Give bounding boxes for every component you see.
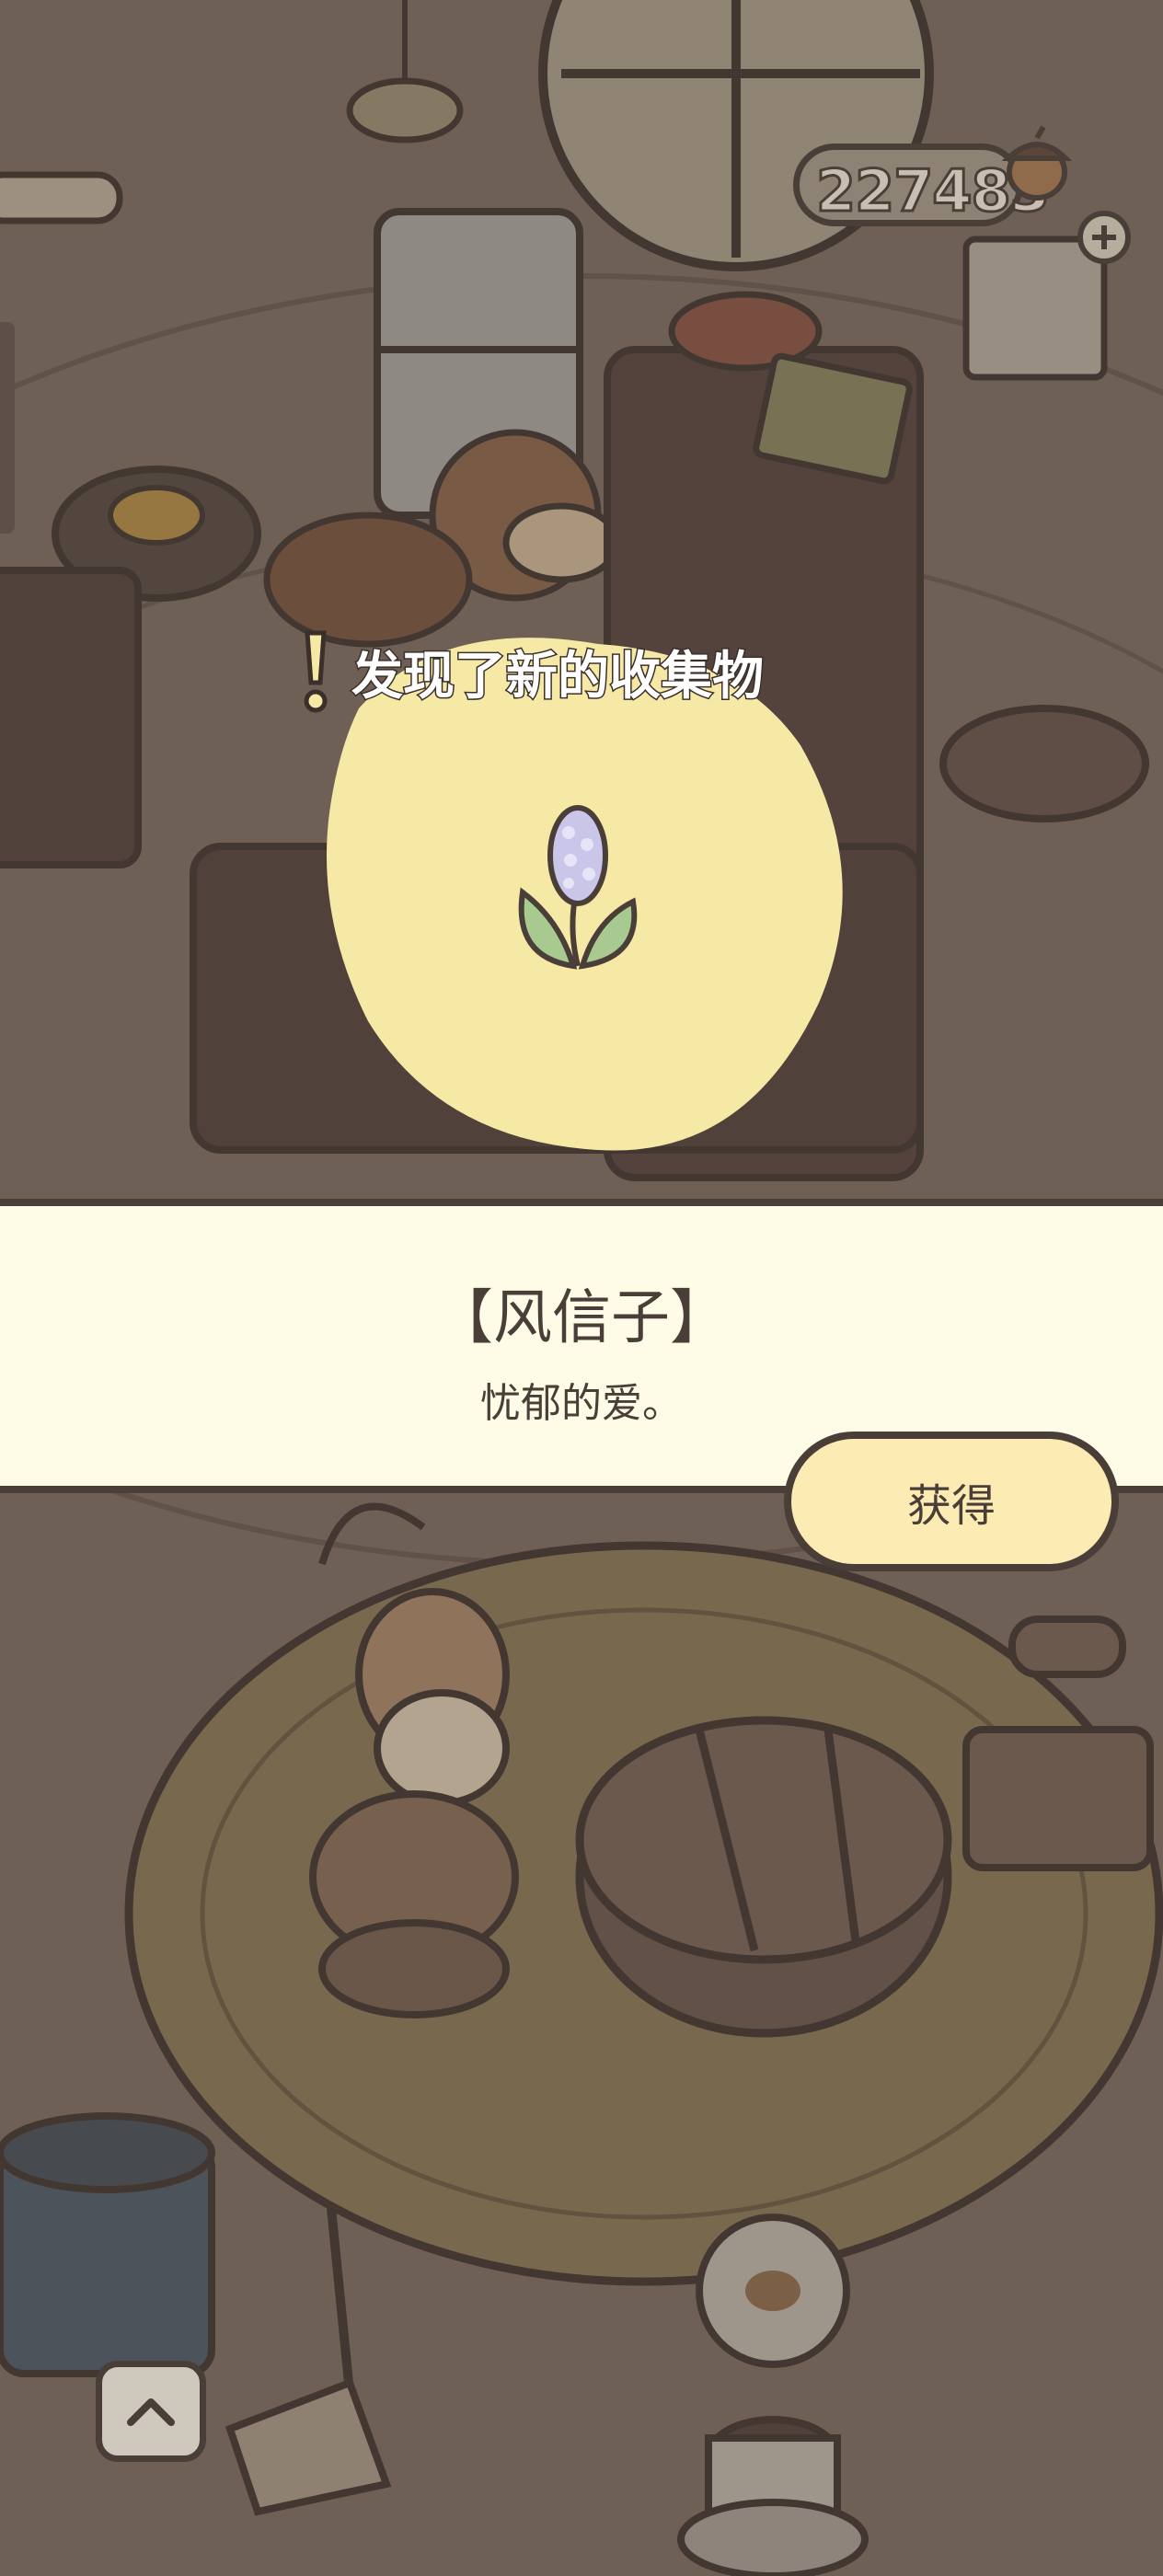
exclamation-icon [304, 630, 328, 713]
chevron-up-icon [127, 2398, 175, 2426]
scroll-up-button[interactable] [96, 2361, 206, 2462]
discovery-title: 发现了新的收集物 [351, 646, 766, 708]
obtain-button[interactable]: 获得 [784, 1432, 1119, 1571]
coin-counter: 227483 [793, 125, 1073, 239]
item-name: 【风信子】 [434, 1284, 729, 1352]
round-table [575, 1716, 952, 2038]
item-description: 忧郁的爱。 [480, 1380, 683, 1427]
coin-count: 227483 [815, 157, 1052, 224]
acorn-icon [1001, 125, 1073, 201]
plus-icon[interactable] [1077, 210, 1132, 265]
obtain-button-label: 获得 [906, 1480, 996, 1532]
coin-pill: 227483 [793, 144, 1052, 226]
hyacinth-flower-icon [518, 805, 638, 970]
side-edge-tab[interactable] [0, 322, 15, 534]
